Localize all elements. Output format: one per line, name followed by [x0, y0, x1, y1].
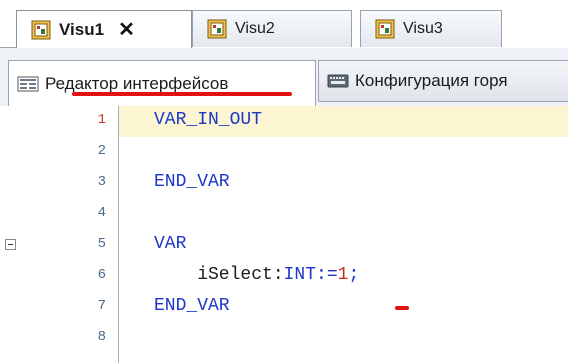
code-line[interactable]: 4	[0, 199, 568, 230]
code-text: VAR_IN_OUT	[154, 110, 262, 130]
line-number: 4	[97, 205, 106, 221]
subtab-interface-editor[interactable]: Редактор интерфейсов	[8, 60, 316, 106]
line-number: 7	[97, 298, 106, 314]
code-text: iSelect:INT:=1;	[154, 265, 359, 285]
code-line[interactable]: 2	[0, 137, 568, 168]
keyword-token: INT	[283, 265, 317, 285]
line-number: 3	[97, 174, 106, 190]
line-number: 5	[97, 236, 106, 252]
subtab-label: Конфигурация горя	[355, 71, 508, 90]
visualization-icon	[375, 19, 395, 39]
keyword-token: END_VAR	[154, 296, 230, 316]
code-line[interactable]: 3 END_VAR	[0, 168, 568, 199]
number-token: 1	[337, 265, 349, 285]
code-text: END_VAR	[154, 296, 230, 316]
tab-visu3[interactable]: Visu3	[360, 10, 502, 47]
annotation-underline-value	[395, 306, 409, 310]
close-tab-icon[interactable]: ✕	[118, 20, 135, 40]
code-line[interactable]: 6 iSelect:INT:=1;	[0, 261, 568, 292]
keyboard-icon	[327, 73, 349, 89]
code-text: VAR	[154, 234, 186, 254]
code-line[interactable]: 5 VAR	[0, 230, 568, 261]
tab-label: Visu3	[403, 20, 443, 37]
keyword-token: VAR	[154, 234, 187, 254]
tab-visu2[interactable]: Visu2	[192, 10, 352, 47]
tab-label: Visu1	[59, 19, 105, 39]
annotation-underline-subtab	[72, 92, 292, 96]
keyword-token: ;	[348, 265, 360, 285]
editor-tab-strip: Visu1 ✕ Visu2 Visu3	[0, 0, 568, 48]
tab-visu1[interactable]: Visu1 ✕	[16, 10, 192, 48]
identifier-token: iSelect:	[154, 265, 284, 285]
keyword-token: END_VAR	[154, 172, 230, 192]
collapse-icon[interactable]	[5, 239, 16, 250]
subtab-label: Редактор интерфейсов	[45, 73, 229, 93]
line-number: 2	[97, 143, 106, 159]
interface-editor-icon	[17, 76, 39, 92]
code-line[interactable]: 1 VAR_IN_OUT	[98, 106, 568, 137]
line-number: 6	[97, 267, 106, 283]
code-line[interactable]: 7 END_VAR	[0, 292, 568, 323]
line-number: 8	[97, 329, 106, 345]
declaration-editor[interactable]: 1 VAR_IN_OUT 2 3 END_VAR 4 5 VAR 6 iSelect:INT:=…	[0, 106, 568, 363]
keyword-token: :=	[316, 265, 338, 285]
code-line[interactable]: 8	[0, 323, 568, 354]
visualization-icon	[31, 20, 51, 40]
keyword-token: VAR_IN_OUT	[154, 110, 263, 130]
tab-label: Visu2	[235, 20, 275, 37]
view-subtab-strip: Редактор интерфейсов Конфигурация горя	[0, 48, 568, 154]
visualization-icon	[207, 19, 227, 39]
line-number: 1	[97, 112, 106, 128]
subtab-hotkeys-configuration[interactable]: Конфигурация горя	[318, 60, 568, 102]
code-text: END_VAR	[154, 172, 230, 192]
